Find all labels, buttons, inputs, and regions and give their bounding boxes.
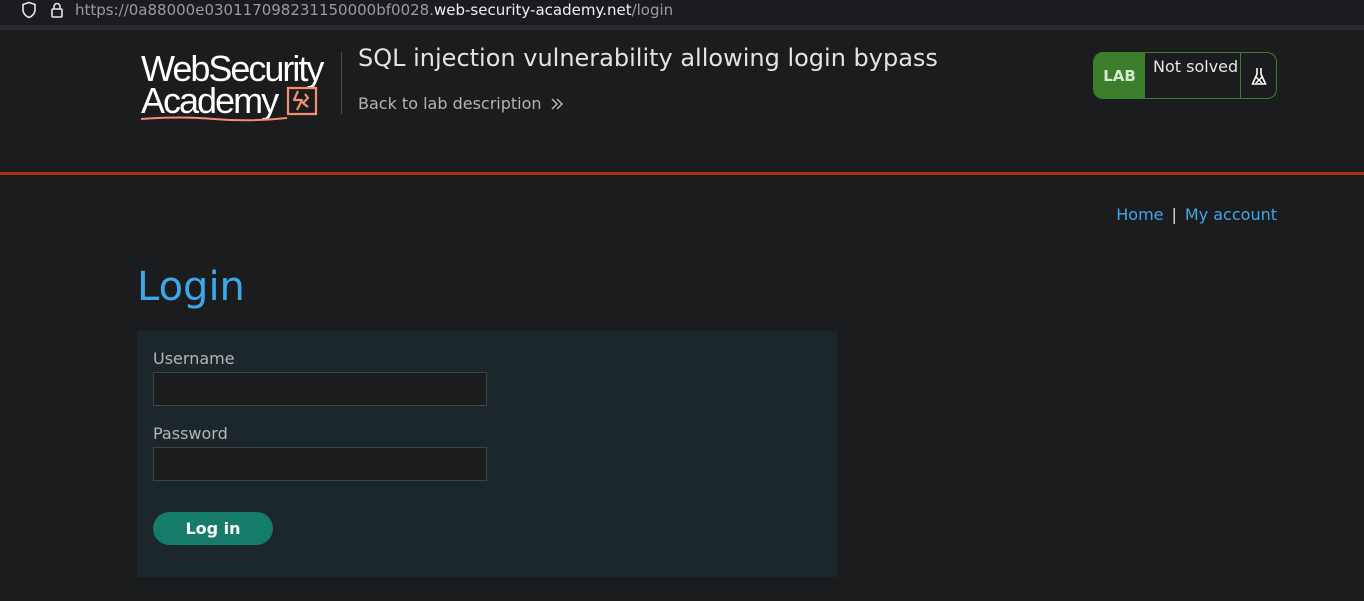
lab-tag: LAB xyxy=(1094,53,1145,98)
login-form: Username Password Log in xyxy=(137,331,837,577)
url-prefix: https://0a88000e030117098231150000bf0028… xyxy=(75,1,434,19)
nav-my-account-link[interactable]: My account xyxy=(1185,205,1277,224)
top-nav: Home | My account xyxy=(1116,205,1277,224)
lab-status-widget: LAB Not solved xyxy=(1093,52,1277,99)
log-in-button[interactable]: Log in xyxy=(153,512,273,545)
page-title: Login xyxy=(137,264,245,310)
header-rule xyxy=(0,172,1364,175)
username-input[interactable] xyxy=(153,372,487,406)
lab-status-text: Not solved xyxy=(1145,53,1241,98)
password-label: Password xyxy=(153,424,228,443)
flask-icon xyxy=(1241,53,1276,98)
header-divider xyxy=(341,52,342,114)
lock-icon[interactable] xyxy=(49,1,65,23)
url-text[interactable]: https://0a88000e030117098231150000bf0028… xyxy=(75,1,673,19)
back-link-label: Back to lab description xyxy=(358,94,542,113)
back-to-lab-description-link[interactable]: Back to lab description xyxy=(358,94,564,113)
browser-url-bar[interactable]: https://0a88000e030117098231150000bf0028… xyxy=(0,0,1364,25)
username-label: Username xyxy=(153,349,235,368)
web-security-academy-logo[interactable]: WebSecurity Academy xyxy=(139,51,339,123)
shield-icon[interactable] xyxy=(21,1,37,23)
nav-home-link[interactable]: Home xyxy=(1116,205,1163,224)
password-input[interactable] xyxy=(153,447,487,481)
lab-title: SQL injection vulnerability allowing log… xyxy=(358,44,938,72)
logo-underline xyxy=(140,116,288,122)
double-chevron-right-icon xyxy=(551,97,563,110)
url-host: web-security-academy.net xyxy=(433,1,632,19)
lightning-bolt-icon xyxy=(286,86,318,116)
url-path: /login xyxy=(631,1,674,19)
nav-separator: | xyxy=(1171,205,1177,224)
